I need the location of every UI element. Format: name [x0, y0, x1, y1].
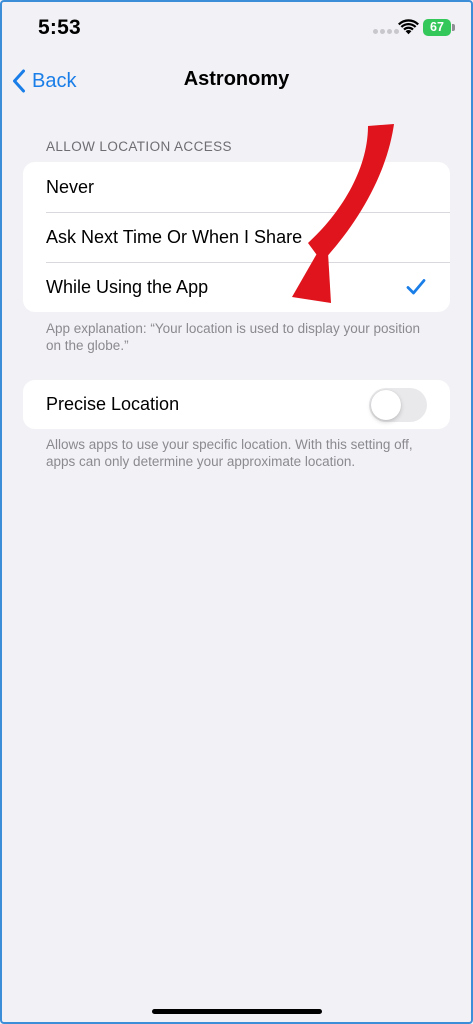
section-header-location-access: ALLOW LOCATION ACCESS: [46, 139, 232, 154]
battery-cap: [452, 24, 455, 31]
option-label: While Using the App: [46, 276, 209, 297]
toggle-knob: [371, 390, 401, 420]
precise-location-row: Precise Location: [23, 380, 450, 429]
option-label: Never: [46, 176, 95, 197]
wifi-icon: [398, 19, 419, 35]
precise-location-description: Allows apps to use your specific locatio…: [46, 437, 413, 469]
page-title: Astronomy: [183, 68, 290, 90]
home-indicator: [152, 1009, 322, 1014]
checkmark-icon: [406, 279, 426, 295]
app-explanation-text: App explanation: “Your location is used …: [46, 321, 420, 353]
precise-location-toggle[interactable]: [369, 388, 427, 422]
battery-icon: 67: [423, 19, 451, 36]
precise-location-card: Precise Location: [23, 380, 450, 429]
option-label: Ask Next Time Or When I Share: [46, 226, 303, 247]
option-never[interactable]: Never: [23, 162, 450, 212]
precise-location-label: Precise Location: [46, 394, 180, 414]
option-ask-next-time[interactable]: Ask Next Time Or When I Share: [23, 212, 450, 262]
location-access-options: Never Ask Next Time Or When I Share Whil…: [23, 162, 450, 312]
signal-dots-icon: [373, 29, 399, 34]
status-time: 5:53: [38, 16, 81, 39]
battery-level: 67: [430, 20, 444, 34]
option-while-using-app[interactable]: While Using the App: [23, 262, 450, 312]
status-bar: 5:53 67: [0, 0, 473, 56]
